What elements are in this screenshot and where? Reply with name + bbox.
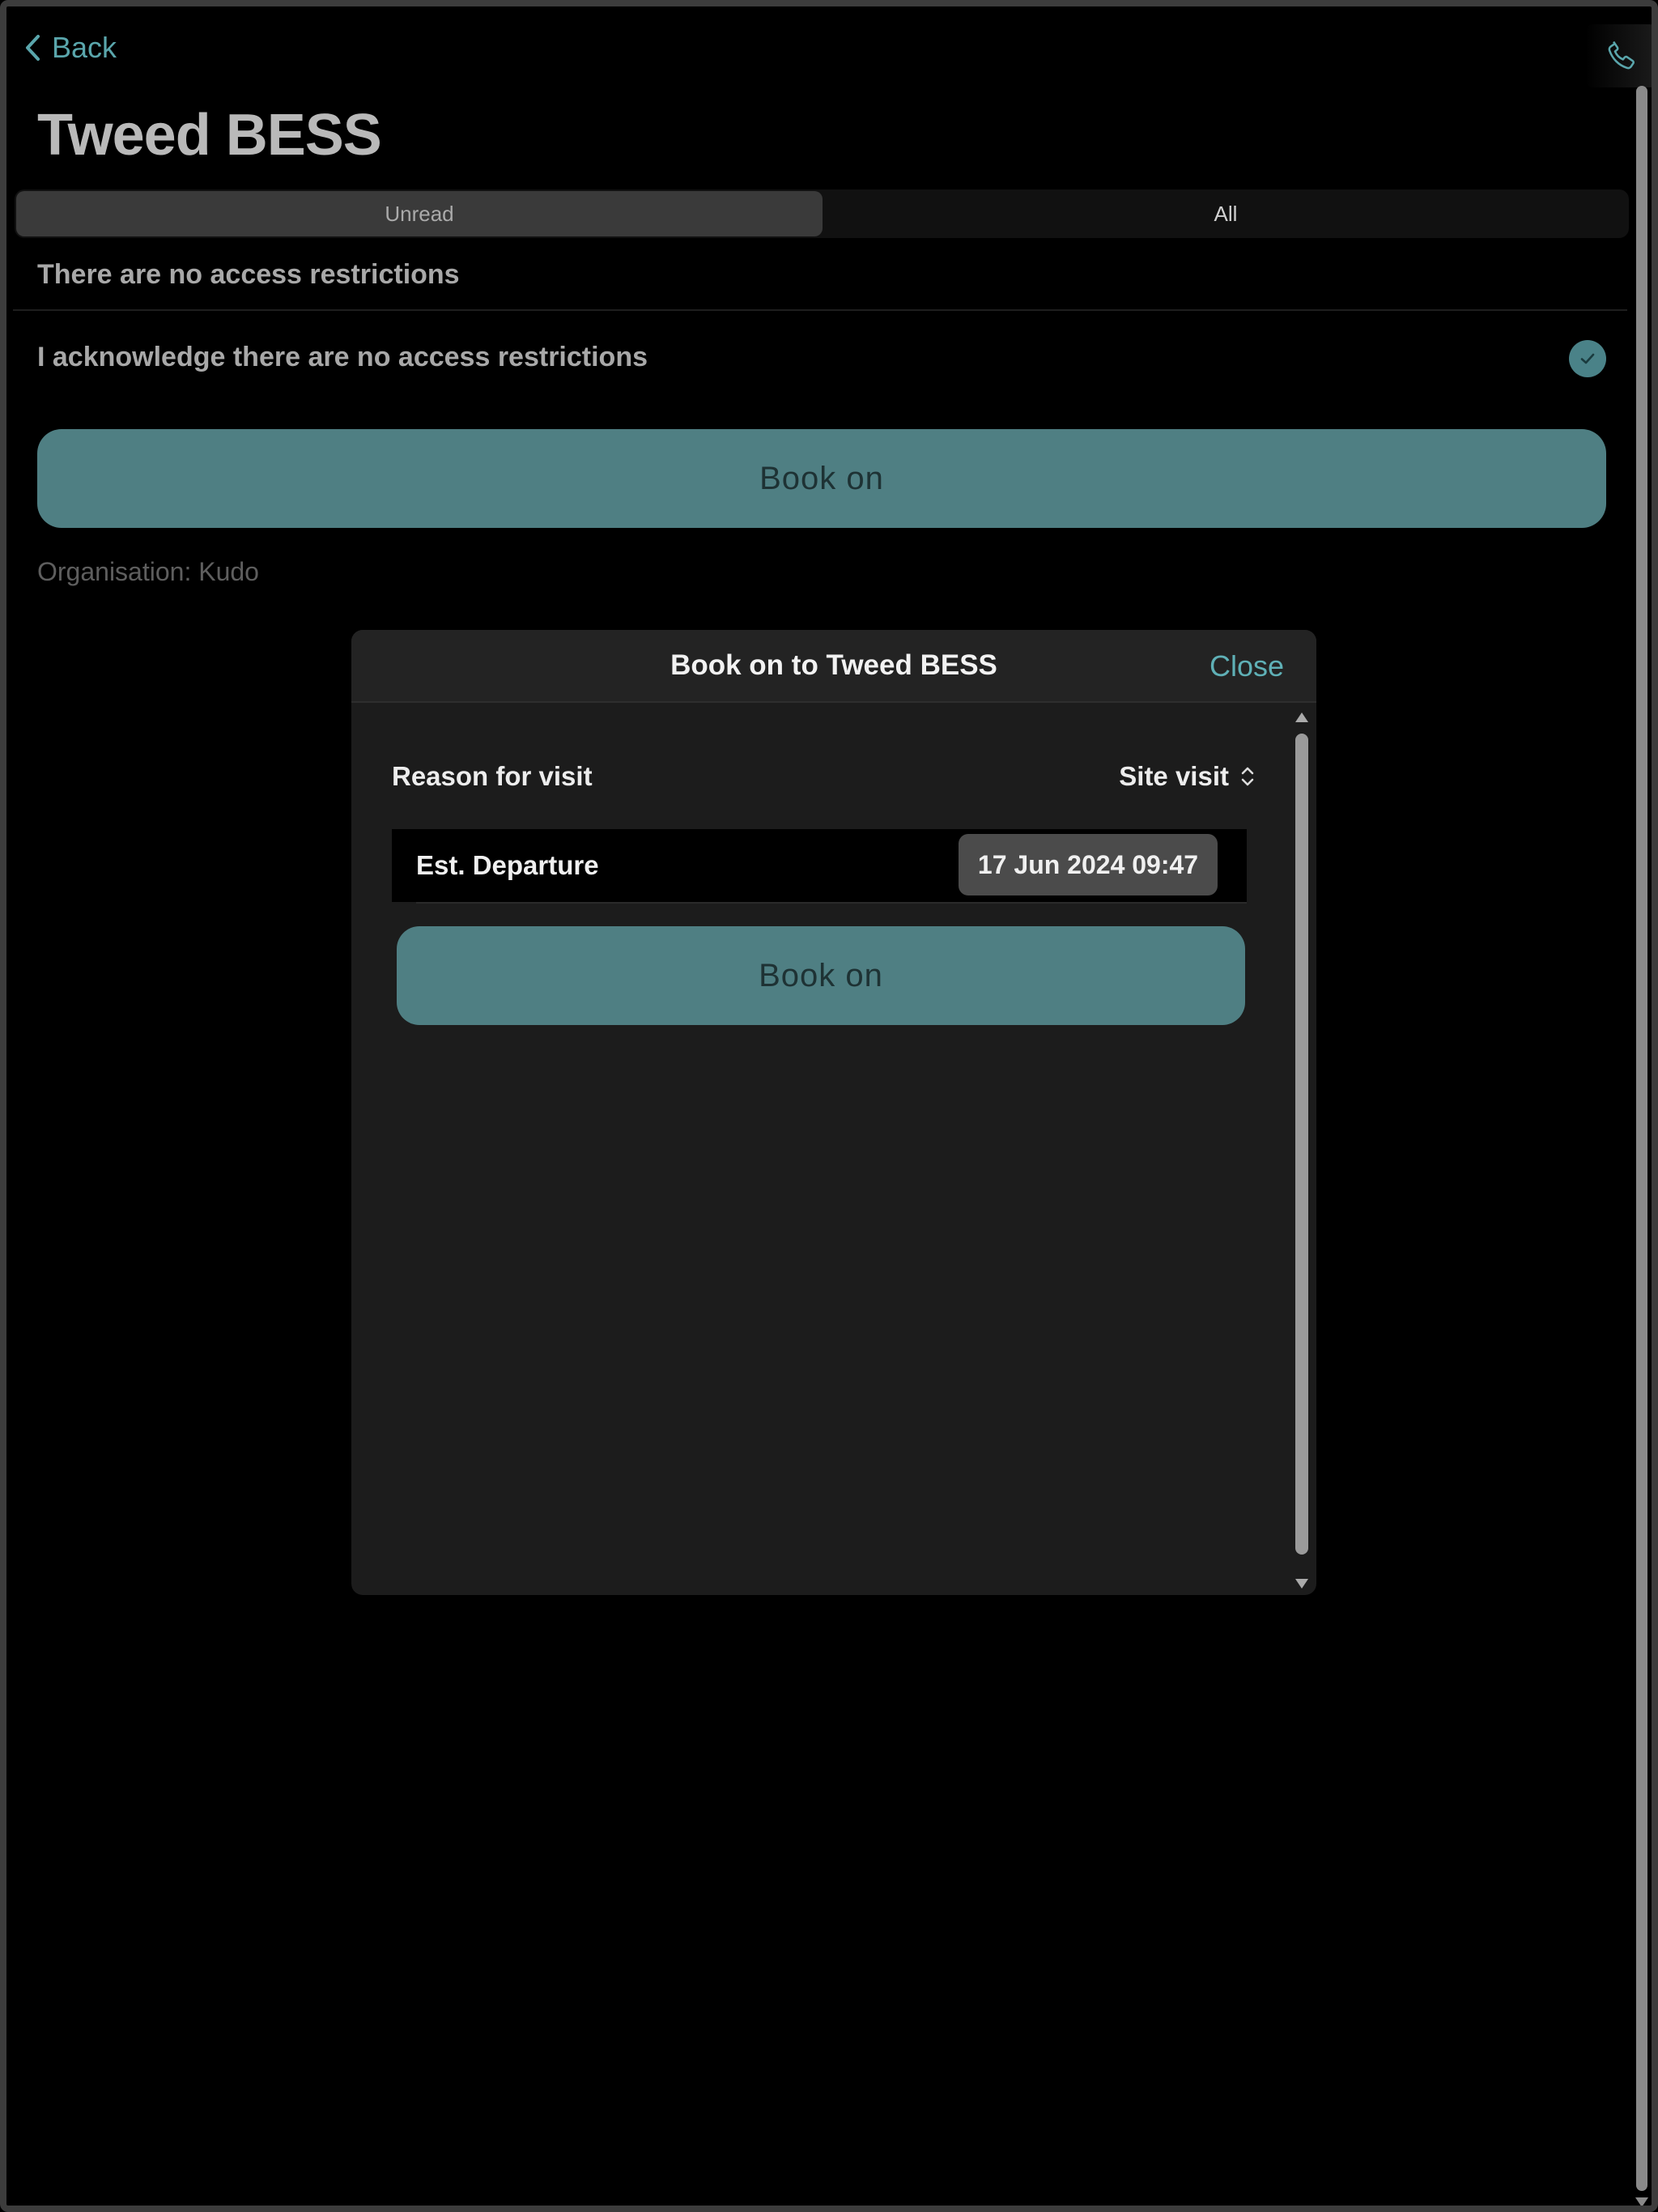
phone-icon [1608, 40, 1635, 70]
chevron-left-icon [26, 35, 40, 61]
scroll-down-arrow-icon[interactable] [1295, 1579, 1308, 1589]
close-button[interactable]: Close [1209, 649, 1284, 683]
page-scrollbar[interactable] [1634, 86, 1650, 2206]
tab-all[interactable]: All [823, 191, 1629, 236]
reason-select[interactable]: Site visit [1119, 761, 1256, 792]
reason-for-visit-row: Reason for visit Site visit [392, 761, 1256, 792]
organisation-label: Organisation: Kudo [37, 557, 259, 586]
book-on-modal: Book on to Tweed BESS Close Reason for v… [351, 630, 1316, 1595]
filter-segmented-control: Unread All [15, 189, 1629, 238]
divider [416, 902, 1247, 904]
departure-row: Est. Departure 17 Jun 2024 09:47 [392, 829, 1247, 902]
acknowledge-label: I acknowledge there are no access restri… [37, 342, 648, 372]
checkmark-icon [1580, 353, 1595, 364]
call-button[interactable] [1585, 24, 1652, 87]
departure-date-picker[interactable]: 17 Jun 2024 09:47 [959, 834, 1218, 895]
back-button[interactable]: Back [24, 31, 117, 65]
page-title: Tweed BESS [37, 103, 382, 168]
modal-scrollbar[interactable] [1292, 709, 1312, 1589]
book-on-button[interactable]: Book on [37, 429, 1606, 528]
tab-unread[interactable]: Unread [16, 191, 823, 236]
modal-header: Book on to Tweed BESS Close [351, 630, 1316, 703]
reason-label: Reason for visit [392, 761, 593, 791]
reason-value: Site visit [1119, 761, 1229, 791]
back-label: Back [52, 31, 117, 64]
restriction-text: There are no access restrictions [37, 259, 460, 290]
divider [13, 309, 1627, 311]
scroll-down-arrow-icon[interactable] [1635, 2197, 1648, 2206]
page-scrollbar-thumb[interactable] [1636, 86, 1647, 2191]
acknowledge-checkbox[interactable] [1569, 340, 1606, 377]
departure-label: Est. Departure [416, 850, 599, 880]
app-window: Back Tweed BESS Unread All There are no … [0, 0, 1658, 2212]
modal-book-on-button[interactable]: Book on [397, 926, 1245, 1025]
modal-scrollbar-thumb[interactable] [1295, 734, 1308, 1555]
chevron-up-down-icon [1241, 767, 1254, 786]
modal-title: Book on to Tweed BESS [670, 649, 997, 681]
scroll-up-arrow-icon[interactable] [1295, 713, 1308, 722]
